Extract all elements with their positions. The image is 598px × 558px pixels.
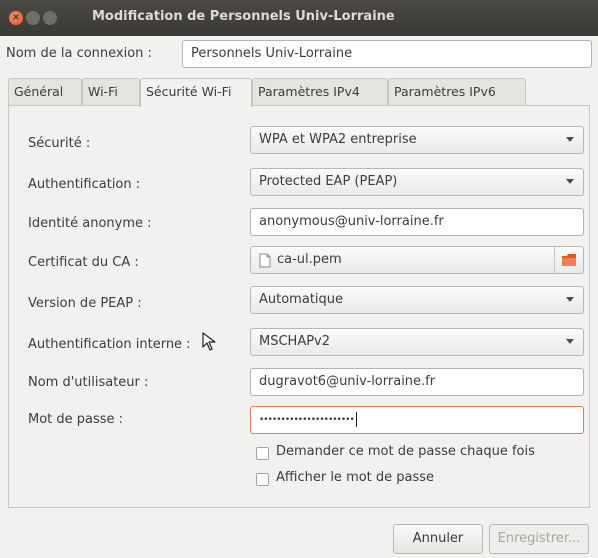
show-password-checkbox[interactable]	[256, 473, 269, 486]
password-value: ••••••••••••••••••••••	[259, 415, 355, 425]
ask-password-checkbox[interactable]	[256, 447, 269, 460]
security-select[interactable]: WPA et WPA2 entreprise	[250, 126, 584, 154]
authentication-select[interactable]: Protected EAP (PEAP)	[250, 168, 584, 196]
maximize-icon[interactable]	[43, 11, 57, 25]
tab-wifi[interactable]: Wi-Fi	[82, 78, 140, 105]
inner-authentication-label: Authentification interne :	[28, 337, 191, 352]
username-input[interactable]: dugravot6@univ-lorraine.fr	[250, 368, 584, 396]
password-label: Mot de passe :	[28, 412, 124, 427]
tab-ipv4[interactable]: Paramètres IPv4	[252, 78, 388, 105]
ca-certificate-value: ca-ul.pem	[277, 252, 342, 267]
show-password-label[interactable]: Afficher le mot de passe	[276, 470, 434, 485]
folder-button[interactable]	[554, 247, 583, 273]
minimize-icon[interactable]	[26, 11, 40, 25]
connection-name-label: Nom de la connexion :	[6, 46, 152, 61]
inner-authentication-value: MSCHAPv2	[259, 334, 331, 349]
file-icon	[259, 253, 271, 268]
window-title: Modification de Personnels Univ-Lorraine	[92, 9, 395, 24]
anonymous-identity-label: Identité anonyme :	[28, 216, 152, 231]
peap-version-select[interactable]: Automatique	[250, 286, 584, 314]
password-input[interactable]: ••••••••••••••••••••••	[250, 406, 584, 434]
folder-icon	[562, 254, 576, 266]
anonymous-identity-input[interactable]: anonymous@univ-lorraine.fr	[250, 208, 584, 236]
security-label: Sécurité :	[28, 136, 91, 151]
chevron-down-icon	[566, 179, 574, 184]
username-label: Nom d'utilisateur :	[28, 375, 149, 390]
chevron-down-icon	[566, 339, 574, 344]
inner-authentication-select[interactable]: MSCHAPv2	[250, 328, 584, 356]
chevron-down-icon	[566, 297, 574, 302]
cancel-button[interactable]: Annuler	[393, 524, 483, 554]
ask-password-label[interactable]: Demander ce mot de passe chaque fois	[276, 444, 535, 459]
authentication-value: Protected EAP (PEAP)	[259, 174, 398, 189]
peap-version-value: Automatique	[259, 292, 344, 307]
text-caret	[355, 412, 357, 427]
ca-certificate-chooser[interactable]: ca-ul.pem	[250, 246, 584, 274]
chevron-down-icon	[566, 137, 574, 142]
ca-certificate-label: Certificat du CA :	[28, 255, 139, 270]
tab-wifi-security[interactable]: Sécurité Wi-Fi	[140, 78, 252, 107]
security-value: WPA et WPA2 entreprise	[259, 132, 417, 147]
mouse-cursor-icon	[202, 332, 216, 351]
tab-ipv6[interactable]: Paramètres IPv6	[388, 78, 526, 105]
close-icon[interactable]: ×	[9, 11, 23, 25]
tab-general[interactable]: Général	[8, 78, 82, 105]
connection-name-input[interactable]: Personnels Univ-Lorraine	[182, 40, 592, 68]
peap-version-label: Version de PEAP :	[28, 296, 142, 311]
title-bar: × Modification de Personnels Univ-Lorrai…	[0, 0, 598, 36]
authentication-label: Authentification :	[28, 177, 141, 192]
save-button[interactable]: Enregistrer...	[489, 524, 589, 554]
